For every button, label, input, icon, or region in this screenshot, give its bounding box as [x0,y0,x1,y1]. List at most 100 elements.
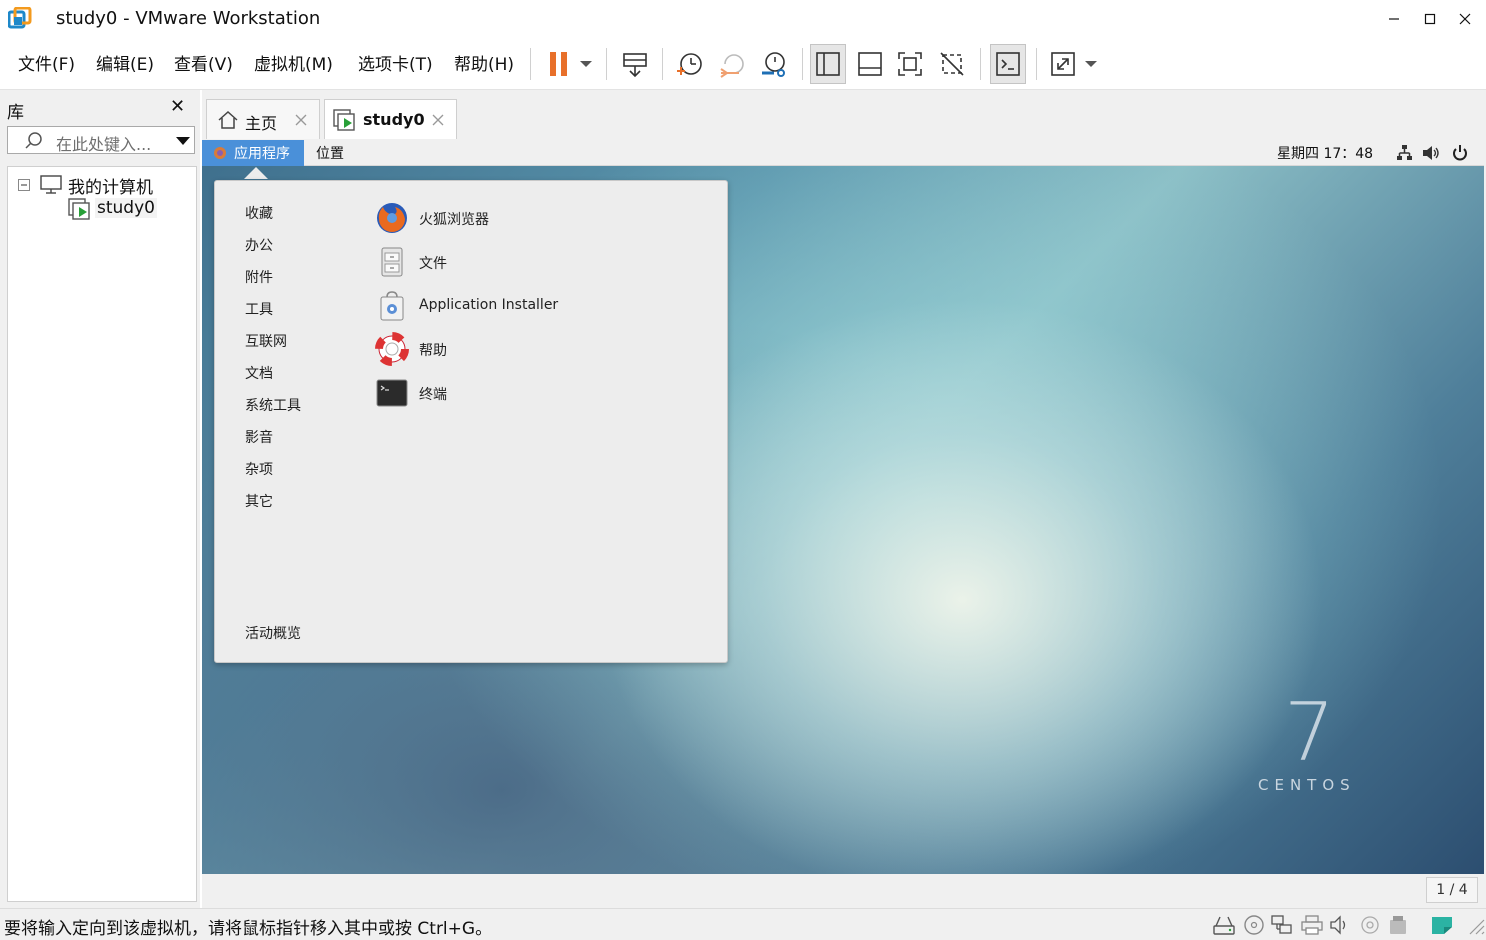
take-snapshot-button[interactable] [672,44,708,84]
send-ctrl-alt-del-icon [623,53,647,78]
console-icon [996,52,1020,76]
tab-home[interactable]: 主页 [206,99,320,139]
revert-snapshot-button[interactable] [714,44,750,84]
vm-icon [333,109,355,131]
show-library-icon [816,52,840,76]
category-sound-video[interactable]: 影音 [245,427,273,447]
home-icon [218,110,238,129]
resize-grip-icon[interactable] [1462,914,1486,936]
vm-icon [68,198,90,220]
library-tree: 我的计算机 study0 [7,166,197,902]
console-view-button[interactable] [990,44,1026,84]
title-bar: study0 - VMware Workstation [0,0,1486,38]
menu-file[interactable]: 文件(F) [18,50,75,75]
clock[interactable]: 星期四 17：48 [1277,143,1373,163]
toolbar-separator [530,48,531,80]
library-search-input[interactable]: 在此处键入... [7,126,195,154]
removable-device-icon[interactable] [1386,914,1410,936]
tab-study0[interactable]: study0 [324,99,457,139]
cd-dvd-icon[interactable] [1242,914,1266,936]
usb-device-icon[interactable] [1358,914,1382,936]
menu-tabs[interactable]: 选项卡(T) [358,50,433,75]
menu-help[interactable]: 帮助(H) [454,50,514,75]
firefox-icon [377,203,407,233]
category-accessories[interactable]: 附件 [245,267,273,287]
category-documents[interactable]: 文档 [245,363,273,383]
toolbar-separator [662,48,663,80]
maximize-button[interactable] [1412,0,1448,38]
centos-seven-logo: 7 [1284,688,1335,768]
tree-item-my-computer[interactable]: 我的计算机 [68,173,153,198]
search-placeholder: 在此处键入... [56,135,152,154]
stretch-guest-button[interactable] [1046,44,1080,84]
minimize-button[interactable] [1376,0,1412,38]
menu-view[interactable]: 查看(V) [174,50,233,75]
menu-pointer [244,167,268,179]
app-label: Application Installer [419,297,559,313]
close-icon[interactable] [295,114,307,126]
search-icon [25,132,42,149]
minimize-icon [1389,18,1399,20]
maximize-icon [1424,13,1436,25]
places-menu[interactable]: 位置 [316,143,344,163]
toolbar-separator [606,48,607,80]
library-close-button[interactable]: ✕ [170,96,185,117]
hard-disk-icon[interactable] [1212,914,1236,936]
pause-button[interactable] [544,44,574,84]
applications-menu: 收藏 办公 附件 工具 互联网 文档 系统工具 影音 杂项 其它 活动概览 火狐… [214,180,728,663]
sound-card-icon[interactable] [1328,914,1352,936]
snapshot-manager-button[interactable] [756,44,792,84]
category-other[interactable]: 其它 [245,491,273,511]
applications-label: 应用程序 [234,146,290,162]
volume-icon[interactable] [1422,145,1440,161]
dropdown-icon [580,61,592,67]
category-tools[interactable]: 工具 [245,299,273,319]
category-system-tools[interactable]: 系统工具 [245,395,301,415]
status-message: 要将输入定向到该虚拟机，请将鼠标指针移入其中或按 Ctrl+G。 [4,919,493,939]
network-icon[interactable] [1396,144,1412,162]
toolbar-separator [980,48,981,80]
show-thumbnail-bar-button[interactable] [852,44,888,84]
show-library-button[interactable] [810,44,846,84]
help-lifebuoy-icon [375,332,409,366]
close-icon [1459,13,1471,25]
category-favorites[interactable]: 收藏 [245,203,273,223]
dropdown-icon [1085,61,1097,67]
library-panel: 库 ✕ 在此处键入... 我的计算机 study0 [0,90,200,908]
guest-desktop[interactable]: 应用程序 位置 星期四 17：48 收藏 办公 附件 工具 互联网 文档 系统工… [202,140,1484,874]
category-internet[interactable]: 互联网 [245,331,287,351]
pause-icon [550,52,567,76]
message-log-icon[interactable] [1430,914,1454,936]
files-icon [381,247,403,277]
power-icon[interactable] [1452,144,1468,162]
menu-vm[interactable]: 虚拟机(M) [254,50,333,75]
app-label: 火狐浏览器 [419,212,489,228]
app-label: 终端 [419,387,447,403]
menu-toolbar: 文件(F) 编辑(E) 查看(V) 虚拟机(M) 选项卡(T) 帮助(H) [0,38,1486,90]
close-button[interactable] [1447,0,1483,38]
installer-icon [380,291,404,321]
network-adapter-icon[interactable] [1270,914,1294,936]
stretch-icon [1051,52,1075,76]
tree-item-study0[interactable]: study0 [95,198,157,218]
status-bar: 要将输入定向到该虚拟机，请将鼠标指针移入其中或按 Ctrl+G。 [0,908,1486,940]
activities-overview[interactable]: 活动概览 [245,623,301,643]
workspace-indicator[interactable]: 1 / 4 [1426,877,1478,903]
category-office[interactable]: 办公 [245,235,273,255]
power-dropdown-button[interactable] [576,44,596,84]
close-icon[interactable] [432,114,444,126]
stretch-dropdown-button[interactable] [1082,44,1100,84]
category-sundry[interactable]: 杂项 [245,459,273,479]
applications-menu-button[interactable]: 应用程序 [202,140,304,166]
menu-edit[interactable]: 编辑(E) [96,50,154,75]
full-screen-button[interactable] [892,44,928,84]
collapse-icon[interactable] [18,179,30,191]
printer-icon[interactable] [1300,914,1324,936]
unity-button[interactable] [934,44,970,84]
chevron-down-icon[interactable] [176,136,190,146]
library-header: 库 [7,103,24,123]
send-ctrl-alt-del-button[interactable] [618,44,652,84]
window-title: study0 - VMware Workstation [56,8,321,29]
terminal-icon [376,379,408,407]
vmware-logo-icon [8,7,32,29]
